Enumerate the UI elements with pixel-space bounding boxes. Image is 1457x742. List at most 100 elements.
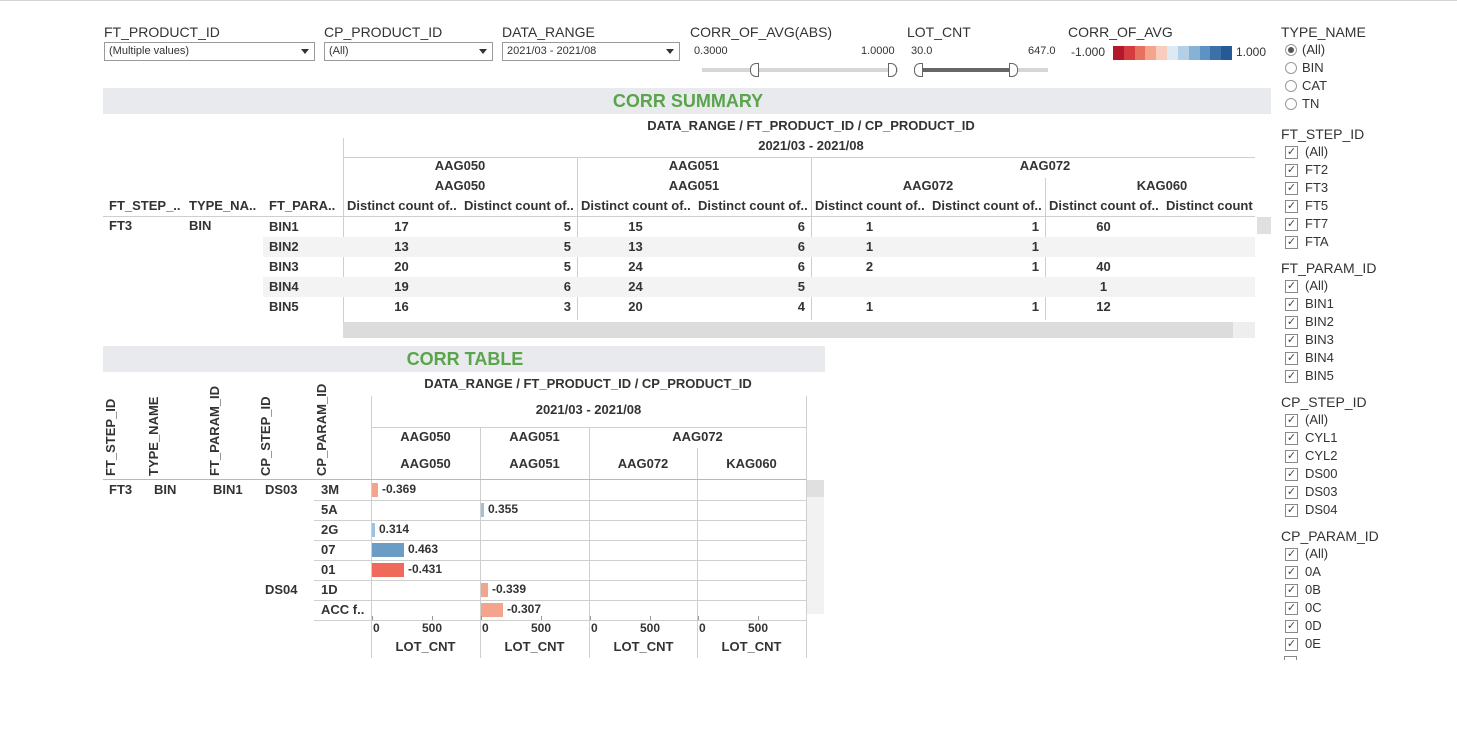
checkbox[interactable]: ✓ — [1285, 450, 1298, 463]
checkbox[interactable]: ✓ — [1285, 620, 1298, 633]
axis-tick-label: 500 — [748, 621, 769, 635]
checkbox[interactable]: ✓ — [1285, 218, 1298, 231]
corr-ft-product: AAG050 — [400, 429, 451, 444]
checkbox[interactable]: ✓ — [1285, 414, 1298, 427]
summary-measure-header: Distinct count of.. — [932, 198, 1042, 213]
corr-cp-param: 07 — [321, 542, 336, 557]
checkbox[interactable]: ✓ — [1285, 584, 1298, 597]
summary-ft-product: AAG050 — [434, 158, 486, 173]
summary-date-range: 2021/03 - 2021/08 — [758, 138, 864, 153]
axis-tick — [758, 616, 759, 620]
checkbox[interactable]: ✓ — [1285, 298, 1298, 311]
summary-cell: 12 — [1096, 299, 1111, 314]
axis-tick-label: 0 — [482, 621, 489, 635]
checkbox[interactable]: ✓ — [1285, 504, 1298, 517]
summary-measure-header: Distinct count of.. — [347, 198, 457, 213]
corr-avg-label: CORR_OF_AVG — [1068, 24, 1173, 40]
lot-cnt-max-handle[interactable] — [1009, 63, 1018, 77]
radio-label: BIN — [1302, 60, 1324, 75]
summary-cell: 20 — [628, 299, 643, 314]
radio-button[interactable] — [1285, 44, 1297, 56]
radio-button[interactable] — [1285, 80, 1297, 92]
checkbox[interactable]: ✓ — [1285, 370, 1298, 383]
corr-bar[interactable] — [481, 583, 488, 597]
radio-label: CAT — [1302, 78, 1328, 93]
summary-row-header-ft-step: FT_STEP_.. — [109, 198, 181, 213]
corr-avg-min: -1.000 — [1071, 45, 1106, 59]
summary-cell: 1 — [1031, 299, 1039, 314]
corr-bar[interactable] — [372, 543, 404, 557]
checkbox[interactable]: ✓ — [1285, 236, 1298, 249]
cp-param-id-clipped-checkbox — [1284, 656, 1297, 660]
corr-bar[interactable] — [372, 483, 378, 497]
corr-cp-step: DS03 — [265, 482, 298, 497]
summary-cell: 6 — [797, 259, 805, 274]
ft-product-id-dropdown[interactable]: (Multiple values) — [104, 42, 315, 61]
corr-vscroll[interactable] — [807, 480, 824, 497]
corr-bar[interactable] — [481, 503, 484, 517]
corr-abs-slider-track[interactable] — [702, 68, 898, 72]
corr-cp-param: 01 — [321, 562, 336, 577]
summary-hscroll[interactable] — [343, 322, 1255, 338]
axis-tick-label: 0 — [373, 621, 380, 635]
radio-button[interactable] — [1285, 62, 1297, 74]
legend-swatch — [1134, 46, 1146, 60]
corr-bar[interactable] — [372, 523, 375, 537]
checkbox[interactable]: ✓ — [1285, 316, 1298, 329]
legend-swatch — [1221, 46, 1232, 60]
corr-value-label: 0.355 — [488, 502, 519, 516]
cp-step-id-filter-title: CP_STEP_ID — [1281, 394, 1367, 410]
checkbox[interactable]: ✓ — [1285, 486, 1298, 499]
summary-cell: 24 — [628, 279, 643, 294]
corr-cp-param: 3M — [321, 482, 340, 497]
corr-row-header-cp-param: CP_PARAM_ID — [314, 383, 329, 476]
checkbox[interactable]: ✓ — [1285, 146, 1298, 159]
summary-measure-header: Distinct count of.. — [815, 198, 925, 213]
checkbox[interactable]: ✓ — [1285, 602, 1298, 615]
axis-title: LOT_CNT — [721, 639, 782, 654]
cp-product-id-label: CP_PRODUCT_ID — [324, 24, 443, 40]
summary-vscroll[interactable] — [1257, 217, 1271, 234]
corr-avg-color-legend — [1113, 46, 1232, 60]
lot-cnt-slider-track[interactable] — [917, 68, 1048, 72]
corr-value-label: 0.463 — [408, 542, 439, 556]
checkbox[interactable]: ✓ — [1285, 638, 1298, 651]
corr-bar[interactable] — [372, 563, 404, 577]
checkbox[interactable]: ✓ — [1285, 352, 1298, 365]
lot-cnt-min-handle[interactable] — [914, 63, 923, 77]
checkbox[interactable]: ✓ — [1285, 182, 1298, 195]
data-range-value: 2021/03 - 2021/08 — [507, 45, 597, 57]
cp-product-id-dropdown[interactable]: (All) — [324, 42, 493, 61]
summary-cp-product: KAG060 — [1136, 178, 1188, 193]
corr-row-divider — [314, 500, 806, 501]
checkbox[interactable]: ✓ — [1285, 280, 1298, 293]
axis-tick-label: 0 — [591, 621, 598, 635]
checkbox[interactable]: ✓ — [1285, 200, 1298, 213]
corr-row-divider — [314, 600, 806, 601]
checkbox[interactable]: ✓ — [1285, 334, 1298, 347]
checkbox-label: DS03 — [1305, 484, 1338, 499]
axis-title: LOT_CNT — [613, 639, 674, 654]
corr-bar[interactable] — [481, 603, 503, 617]
checkbox-label: (All) — [1305, 144, 1329, 159]
checkbox-label: DS04 — [1305, 502, 1338, 517]
corr-avg-max: 1.000 — [1236, 45, 1267, 59]
radio-button[interactable] — [1285, 98, 1297, 110]
axis-tick — [432, 616, 433, 620]
summary-type-name: BIN — [189, 218, 212, 233]
ft-step-id-filter-title: FT_STEP_ID — [1281, 126, 1365, 142]
corr-abs-max-handle[interactable] — [888, 63, 897, 77]
summary-cell: 20 — [394, 259, 409, 274]
data-range-dropdown[interactable]: 2021/03 - 2021/08 — [502, 42, 680, 61]
corr-abs-min-handle[interactable] — [750, 63, 759, 77]
checkbox[interactable]: ✓ — [1285, 164, 1298, 177]
checkbox[interactable]: ✓ — [1285, 432, 1298, 445]
checkbox[interactable]: ✓ — [1285, 548, 1298, 561]
corr-value-label: 0.314 — [379, 522, 410, 536]
summary-cell: 1 — [1031, 239, 1039, 254]
checkbox[interactable]: ✓ — [1285, 468, 1298, 481]
corr-cp-param: ACC f.. — [321, 602, 365, 617]
checkbox-label: FT3 — [1305, 180, 1329, 195]
summary-ft-param: BIN2 — [269, 239, 299, 254]
checkbox[interactable]: ✓ — [1285, 566, 1298, 579]
